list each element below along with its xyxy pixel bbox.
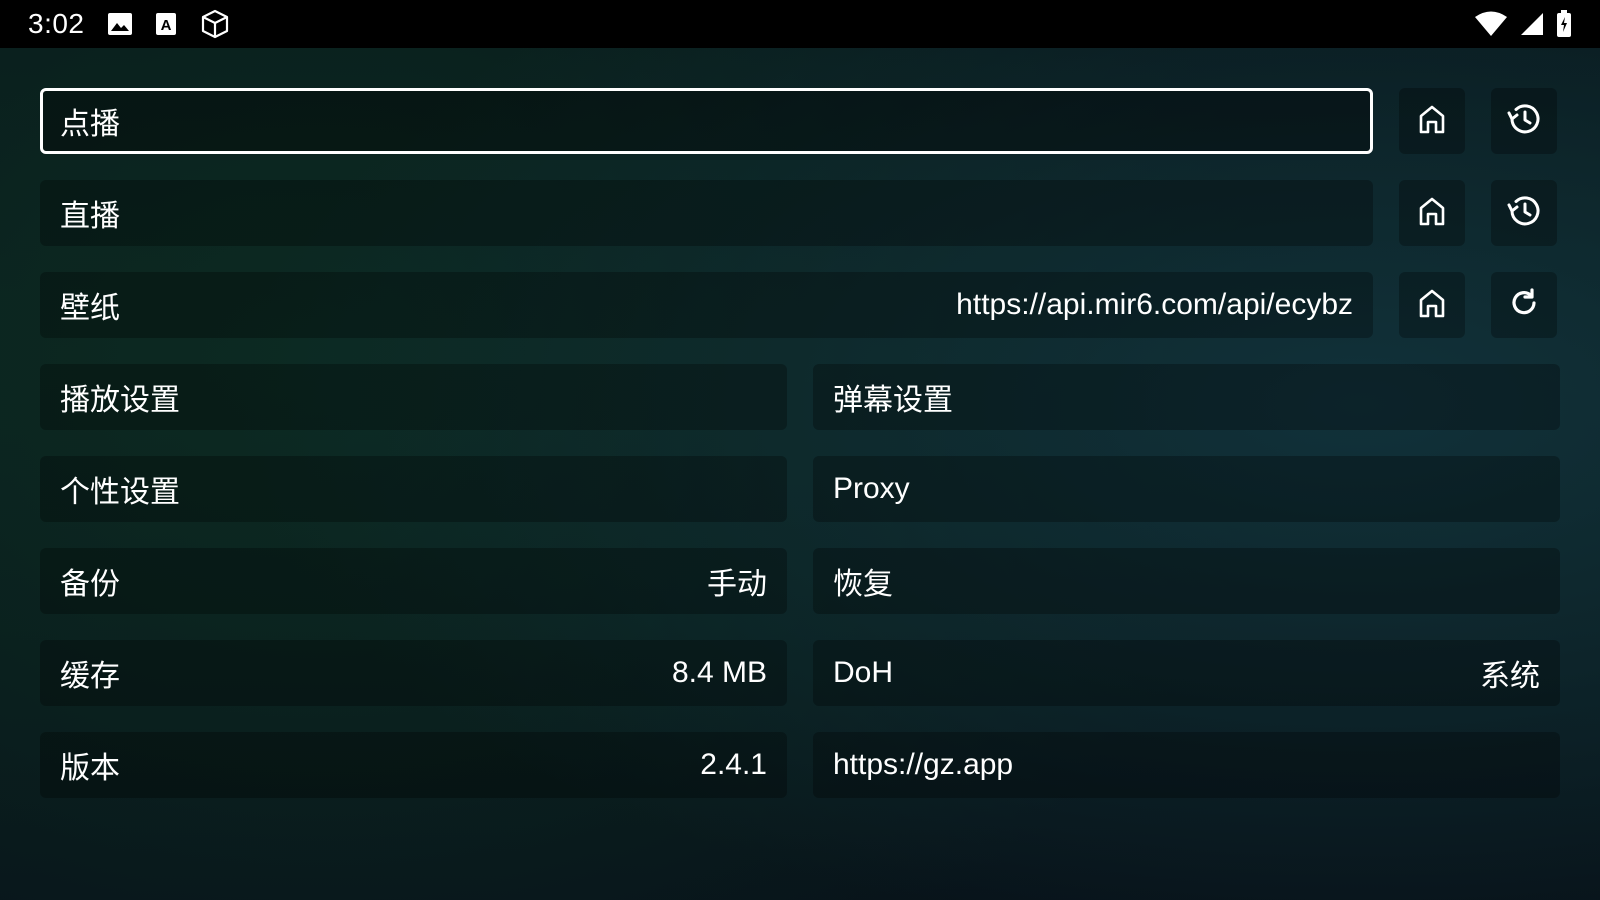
proxy-item[interactable]: Proxy <box>813 456 1560 522</box>
proxy-label: Proxy <box>833 472 910 505</box>
home-icon <box>1415 286 1449 324</box>
vod-history-button[interactable] <box>1491 88 1557 154</box>
status-bar: 3:02 A <box>0 0 1600 48</box>
image-icon <box>107 12 133 36</box>
wallpaper-field[interactable]: 壁纸 https://api.mir6.com/api/ecybz <box>40 272 1373 338</box>
backup-item[interactable]: 备份 手动 <box>40 548 787 614</box>
wallpaper-label: 壁纸 <box>60 291 120 326</box>
version-value: 2.4.1 <box>700 748 767 781</box>
wifi-icon <box>1474 11 1508 37</box>
cell-signal-icon <box>1520 12 1544 36</box>
backup-label: 备份 <box>60 567 120 602</box>
settings-row-4: 缓存 8.4 MB DoH 系统 <box>40 640 1560 706</box>
history-icon <box>1506 101 1542 141</box>
vod-home-button[interactable] <box>1399 88 1465 154</box>
history-icon <box>1506 193 1542 233</box>
home-icon <box>1415 102 1449 140</box>
live-label: 直播 <box>60 199 120 234</box>
svg-text:A: A <box>160 17 171 34</box>
version-item[interactable]: 版本 2.4.1 <box>40 732 787 798</box>
website-link: https://gz.app <box>833 748 1014 781</box>
settings-row-1: 播放设置 弹幕设置 <box>40 364 1560 430</box>
status-right <box>1474 10 1572 38</box>
live-row: 直播 <box>40 180 1560 246</box>
version-label: 版本 <box>60 751 120 786</box>
live-home-button[interactable] <box>1399 180 1465 246</box>
live-history-button[interactable] <box>1491 180 1557 246</box>
player-settings-label: 播放设置 <box>60 383 180 418</box>
status-left: 3:02 A <box>28 8 231 40</box>
personal-settings-label: 个性设置 <box>60 475 180 510</box>
doh-label: DoH <box>833 656 894 689</box>
doh-item[interactable]: DoH 系统 <box>813 640 1560 706</box>
danmaku-settings-item[interactable]: 弹幕设置 <box>813 364 1560 430</box>
backup-value: 手动 <box>707 568 767 601</box>
cache-value: 8.4 MB <box>671 656 767 689</box>
home-icon <box>1415 194 1449 232</box>
live-source-field[interactable]: 直播 <box>40 180 1373 246</box>
settings-row-5: 版本 2.4.1 https://gz.app <box>40 732 1560 798</box>
doh-value: 系统 <box>1480 660 1540 693</box>
refresh-icon <box>1507 286 1541 324</box>
personal-settings-item[interactable]: 个性设置 <box>40 456 787 522</box>
vod-source-field[interactable]: 点播 <box>40 88 1373 154</box>
restore-item[interactable]: 恢复 <box>813 548 1560 614</box>
status-time: 3:02 <box>28 8 85 39</box>
text-a-icon: A <box>155 12 177 36</box>
vod-label: 点播 <box>60 107 120 142</box>
battery-icon <box>1556 10 1572 38</box>
vod-row: 点播 <box>40 88 1560 154</box>
wallpaper-refresh-button[interactable] <box>1491 272 1557 338</box>
player-settings-item[interactable]: 播放设置 <box>40 364 787 430</box>
cache-item[interactable]: 缓存 8.4 MB <box>40 640 787 706</box>
website-item[interactable]: https://gz.app <box>813 732 1560 798</box>
settings-row-2: 个性设置 Proxy <box>40 456 1560 522</box>
cache-label: 缓存 <box>60 659 120 694</box>
wallpaper-home-button[interactable] <box>1399 272 1465 338</box>
cube-icon <box>199 8 231 40</box>
settings-row-3: 备份 手动 恢复 <box>40 548 1560 614</box>
wallpaper-row: 壁纸 https://api.mir6.com/api/ecybz <box>40 272 1560 338</box>
danmaku-settings-label: 弹幕设置 <box>833 383 953 418</box>
wallpaper-url: https://api.mir6.com/api/ecybz <box>956 288 1353 321</box>
restore-label: 恢复 <box>833 567 893 602</box>
